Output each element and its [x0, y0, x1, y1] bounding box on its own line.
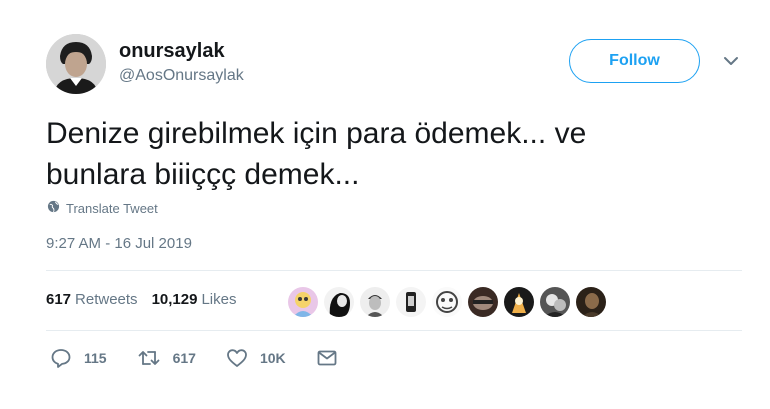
retweets-count: 617 [46, 291, 72, 308]
retweet-count: 617 [172, 350, 196, 366]
tweet-stats: 617 Retweets 10,129 Likes [46, 291, 236, 308]
divider [46, 330, 742, 331]
translate-label: Translate Tweet [66, 200, 158, 216]
retweets-stat[interactable]: 617 Retweets [46, 291, 138, 308]
liker-avatar[interactable] [360, 287, 390, 317]
reply-button[interactable]: 115 [50, 347, 107, 369]
reply-count: 115 [84, 350, 107, 366]
heart-icon [226, 347, 248, 369]
liker-avatar[interactable] [540, 287, 570, 317]
direct-message-button[interactable] [316, 347, 338, 369]
tweet-timestamp[interactable]: 9:27 AM - 16 Jul 2019 [46, 235, 192, 252]
tweet-text: Denize girebilmek için para ödemek... ve… [46, 113, 706, 195]
like-button[interactable]: 10K [226, 347, 286, 369]
avatar[interactable] [46, 34, 106, 94]
retweet-icon [137, 347, 161, 369]
retweets-label: Retweets [75, 291, 138, 308]
like-count: 10K [259, 350, 286, 366]
display-name[interactable]: onursaylak [119, 40, 225, 63]
liker-avatar[interactable] [432, 287, 462, 317]
liker-avatars [288, 287, 606, 317]
tweet-actions: 115 617 10K [50, 347, 368, 369]
liker-avatar[interactable] [288, 287, 318, 317]
reply-icon [50, 347, 72, 369]
divider [46, 270, 742, 271]
liker-avatar[interactable] [396, 287, 426, 317]
translate-tweet-link[interactable]: Translate Tweet [47, 200, 158, 216]
tweet-text-line: Denize girebilmek için para ödemek... ve [46, 117, 587, 150]
liker-avatar[interactable] [468, 287, 498, 317]
chevron-down-icon[interactable] [722, 52, 740, 70]
follow-button[interactable]: Follow [569, 39, 700, 83]
globe-icon [47, 200, 60, 216]
user-handle[interactable]: @AosOnursaylak [119, 67, 244, 85]
likes-stat[interactable]: 10,129 Likes [152, 291, 237, 308]
likes-label: Likes [201, 291, 237, 308]
dm-icon [316, 347, 338, 369]
tweet-text-line: bunlara biiiççç demek... [46, 158, 360, 191]
retweet-button[interactable]: 617 [137, 347, 196, 369]
liker-avatar[interactable] [504, 287, 534, 317]
liker-avatar[interactable] [324, 287, 354, 317]
tweet-card: onursaylak @AosOnursaylak Follow Denize … [0, 0, 770, 409]
liker-avatar[interactable] [576, 287, 606, 317]
likes-count: 10,129 [151, 291, 198, 308]
